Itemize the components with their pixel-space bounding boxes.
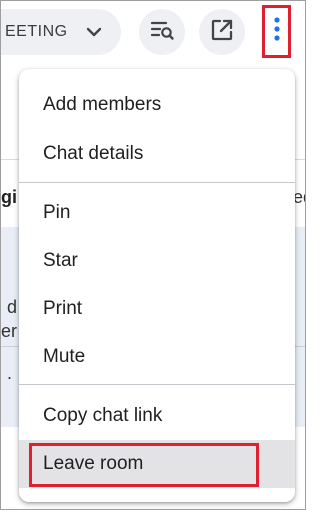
menu-item-star[interactable]: Star bbox=[19, 237, 295, 285]
menu-item-add-members[interactable]: Add members bbox=[19, 81, 295, 129]
chat-options-menu: Add members Chat details Pin Star Print … bbox=[19, 69, 295, 502]
chevron-down-icon bbox=[85, 23, 103, 46]
menu-item-mute[interactable]: Mute bbox=[19, 333, 295, 381]
more-options-button[interactable] bbox=[262, 5, 291, 58]
meeting-label: EETING bbox=[5, 23, 68, 40]
bg-text-fragment: gi bbox=[1, 187, 17, 207]
meeting-selector[interactable]: EETING bbox=[1, 9, 121, 55]
bg-text-fragment: . bbox=[7, 363, 13, 383]
menu-divider bbox=[19, 384, 295, 385]
menu-item-chat-details[interactable]: Chat details bbox=[19, 130, 295, 178]
bg-text-fragment: er bbox=[1, 321, 18, 341]
more-vertical-icon bbox=[273, 16, 281, 47]
menu-divider bbox=[19, 182, 295, 183]
open-in-new-window-icon bbox=[209, 17, 235, 48]
app-frame: gi ed d er . EETING bbox=[0, 0, 306, 510]
menu-item-pin[interactable]: Pin bbox=[19, 189, 295, 237]
menu-item-copy-chat-link[interactable]: Copy chat link bbox=[19, 392, 295, 440]
highlight-box bbox=[29, 443, 259, 487]
open-in-new-window-button[interactable] bbox=[199, 9, 245, 55]
bg-text-fragment: d bbox=[7, 297, 18, 317]
menu-item-print[interactable]: Print bbox=[19, 285, 295, 333]
search-in-chat-button[interactable] bbox=[139, 9, 185, 55]
filter-search-icon bbox=[149, 17, 175, 48]
